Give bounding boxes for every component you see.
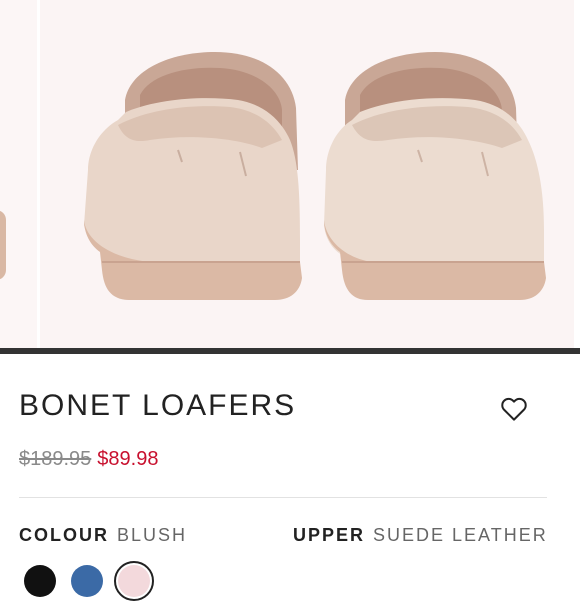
section-divider: [19, 497, 547, 498]
swatch-blush[interactable]: [118, 565, 150, 597]
right-loafer: [324, 52, 546, 300]
colour-label: COLOUR: [19, 525, 109, 545]
product-image: [84, 52, 546, 300]
upper-label: UPPER: [293, 525, 366, 545]
sale-price: $89.98: [97, 448, 159, 470]
upper-value: SUEDE LEATHER: [373, 525, 548, 545]
product-image-gallery[interactable]: [0, 0, 580, 348]
original-price: $189.95: [19, 448, 92, 470]
price-row: $189.95 $89.98: [19, 446, 158, 472]
colour-attribute: COLOUR BLUSH: [19, 524, 187, 546]
next-image-edge[interactable]: [574, 0, 580, 348]
swatch-blue[interactable]: [71, 565, 103, 597]
heart-outline-icon: [501, 397, 527, 421]
colour-value: BLUSH: [117, 525, 188, 545]
gallery-progress-bar: [0, 348, 580, 354]
left-loafer: [84, 52, 302, 300]
swatch-black[interactable]: [24, 565, 56, 597]
product-title: BONET LOAFERS: [19, 389, 297, 422]
upper-attribute: UPPER SUEDE LEATHER: [293, 524, 548, 546]
wishlist-button[interactable]: [499, 394, 529, 424]
